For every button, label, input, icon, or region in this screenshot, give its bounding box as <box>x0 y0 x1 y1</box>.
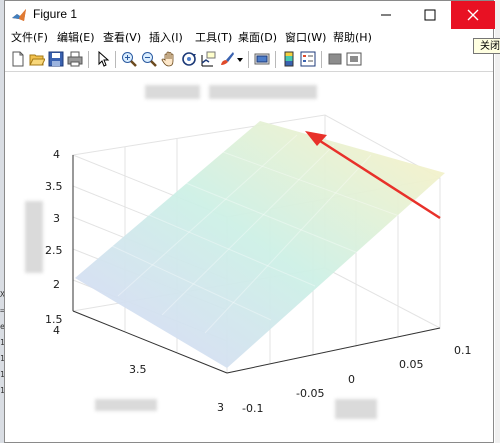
minimize-button[interactable] <box>367 1 405 29</box>
title-bar[interactable]: Figure 1 <box>5 1 495 29</box>
menu-bar: 文件(F) 编辑(E) 查看(V) 插入(I) 工具(T) 桌面(D) 窗口(W… <box>5 29 493 47</box>
toolbar-separator <box>321 51 322 68</box>
background-window-edge-right <box>495 0 500 443</box>
new-figure-icon[interactable] <box>10 51 26 67</box>
surface-plot[interactable] <box>5 73 495 444</box>
menu-view[interactable]: 查看(V) <box>103 29 141 47</box>
matlab-logo-icon <box>12 9 26 21</box>
y-tick-label: 3 <box>217 401 224 414</box>
save-icon[interactable] <box>48 51 64 67</box>
pointer-icon[interactable] <box>95 51 111 67</box>
maximize-button[interactable] <box>411 1 449 29</box>
rotate-3d-icon[interactable] <box>181 51 197 67</box>
close-button[interactable] <box>451 1 495 29</box>
x-tick-label: 0.1 <box>454 344 472 357</box>
open-file-icon[interactable] <box>29 51 45 67</box>
menu-edit[interactable]: 编辑(E) <box>57 29 95 47</box>
z-tick-label: 2.5 <box>45 244 63 257</box>
z-tick-label: 2 <box>53 278 60 291</box>
close-tooltip: 关闭 <box>473 38 500 54</box>
z-tick-label: 3.5 <box>45 180 63 193</box>
hide-plot-tools-icon[interactable] <box>327 51 343 67</box>
link-plot-icon[interactable] <box>254 51 270 67</box>
x-tick-label: 0.05 <box>399 358 424 371</box>
menu-window[interactable]: 窗口(W) <box>285 29 326 47</box>
toolbar-separator <box>275 51 276 68</box>
x-tick-label: -0.05 <box>296 387 325 400</box>
menu-file[interactable]: 文件(F) <box>11 29 48 47</box>
toolbar-separator <box>248 51 249 68</box>
data-cursor-icon[interactable] <box>200 51 216 67</box>
menu-insert[interactable]: 插入(I) <box>149 29 183 47</box>
surface-patch <box>75 121 445 368</box>
menu-help[interactable]: 帮助(H) <box>333 29 372 47</box>
toolbar-separator <box>115 51 116 68</box>
y-tick-label: 4 <box>53 324 60 337</box>
print-icon[interactable] <box>67 51 83 67</box>
figure-toolbar <box>5 47 493 72</box>
x-tick-label: -0.1 <box>242 402 264 415</box>
plot-area[interactable]: 4 3.5 3 2.5 2 1.5 4 3.5 3 -0.1 -0.05 0 0… <box>5 73 493 444</box>
dropdown-arrow-icon[interactable] <box>236 51 244 67</box>
z-tick-label: 4 <box>53 148 60 161</box>
toolbar-separator <box>88 51 89 68</box>
menu-desktop[interactable]: 桌面(D) <box>238 29 277 47</box>
menu-tools[interactable]: 工具(T) <box>195 29 232 47</box>
brush-icon[interactable] <box>219 51 235 67</box>
figure-window: Figure 1 文件(F) 编辑(E) 查看(V) 插入(I) 工具(T) 桌… <box>4 0 500 444</box>
close-icon <box>467 9 479 21</box>
pan-icon[interactable] <box>161 51 177 67</box>
z-tick-label: 3 <box>53 212 60 225</box>
window-title: Figure 1 <box>33 7 78 21</box>
maximize-icon <box>424 9 436 21</box>
minimize-icon <box>381 14 391 16</box>
zoom-in-icon[interactable] <box>121 51 137 67</box>
legend-icon[interactable] <box>300 51 316 67</box>
zoom-out-icon[interactable] <box>141 51 157 67</box>
x-tick-label: 0 <box>348 373 355 386</box>
colorbar-icon[interactable] <box>281 51 297 67</box>
show-plot-tools-icon[interactable] <box>346 51 362 67</box>
y-tick-label: 3.5 <box>129 363 147 376</box>
